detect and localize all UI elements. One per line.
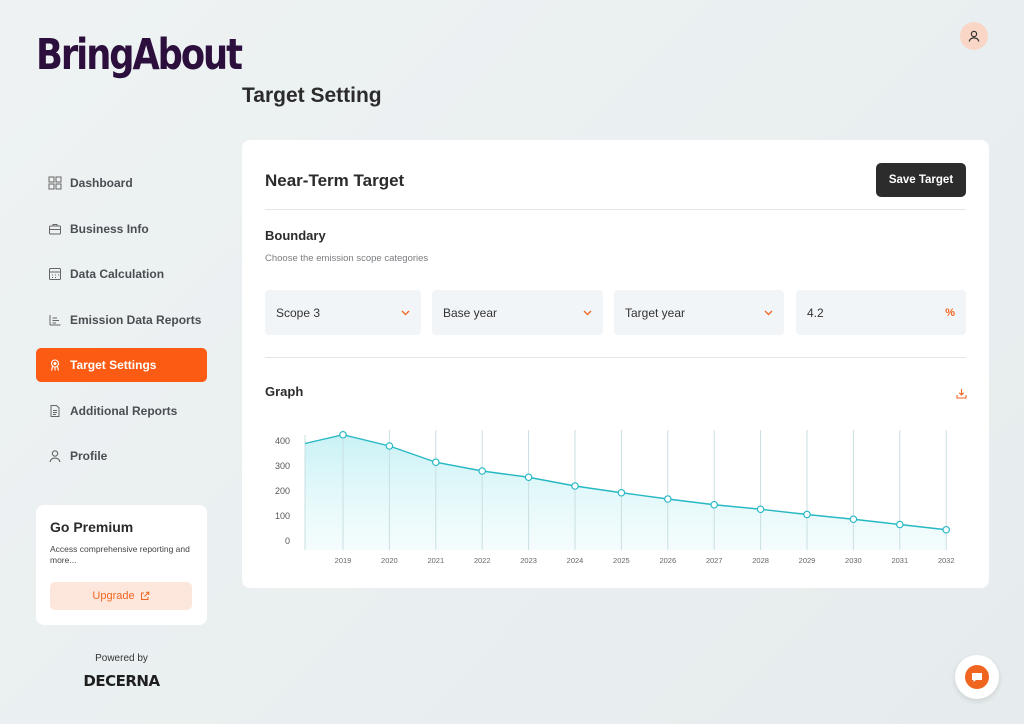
x-tick-label: 2031 — [891, 556, 908, 565]
data-point — [478, 467, 487, 475]
report-icon — [48, 313, 62, 327]
external-link-icon — [140, 591, 149, 600]
chat-button[interactable] — [955, 655, 999, 699]
user-icon — [48, 449, 62, 463]
x-tick-label: 2029 — [799, 556, 816, 565]
premium-title: Go Premium — [50, 519, 134, 535]
user-icon — [968, 30, 980, 42]
sidebar-item-label: Emission Data Reports — [70, 312, 202, 327]
sidebar-item-label: Dashboard — [70, 176, 133, 190]
upgrade-button[interactable]: Upgrade — [50, 582, 192, 610]
data-point — [571, 482, 579, 490]
calculator-icon — [48, 267, 62, 281]
premium-text: Access comprehensive reporting and more.… — [50, 544, 190, 566]
near-term-target-card: Near-Term Target Save Target Boundary Ch… — [242, 140, 989, 588]
sidebar-item-label: Additional Reports — [70, 403, 178, 418]
premium-card: Go Premium Access comprehensive reportin… — [36, 505, 207, 625]
sidebar-item-profile[interactable]: Profile — [36, 439, 207, 473]
data-point — [756, 505, 765, 514]
y-tick-label: 0 — [285, 536, 290, 546]
upgrade-label: Upgrade — [92, 590, 135, 602]
chart-area-fill — [305, 434, 947, 550]
data-point — [895, 520, 904, 529]
data-point — [803, 510, 811, 519]
x-tick-label: 2023 — [520, 556, 537, 565]
sidebar-item-data-calculation[interactable]: Data Calculation — [36, 257, 207, 291]
data-point — [663, 495, 672, 503]
sidebar-nav: Dashboard Business Info Data Calculation… — [36, 166, 207, 485]
sidebar-item-emission-data-reports[interactable]: Emission Data Reports — [36, 303, 207, 337]
powered-brand-logo: DECERNA — [83, 672, 160, 690]
dashboard-icon — [48, 176, 62, 190]
x-tick-label: 2030 — [845, 556, 862, 565]
sidebar-item-additional-reports[interactable]: Additional Reports — [36, 394, 207, 428]
powered-label: Powered by — [95, 653, 148, 664]
data-point — [617, 488, 626, 497]
x-tick-label: 2022 — [474, 556, 491, 565]
data-point — [432, 458, 440, 467]
powered-by: Powered by DECERNA — [36, 653, 207, 690]
data-point — [710, 500, 719, 509]
data-point — [942, 525, 951, 534]
user-avatar[interactable] — [960, 22, 988, 50]
x-tick-label: 2026 — [659, 556, 676, 565]
brand-logo: BringAbout — [36, 30, 243, 80]
x-tick-label: 2025 — [613, 556, 630, 565]
document-icon — [48, 404, 62, 418]
business-icon — [48, 222, 62, 236]
sidebar-item-label: Profile — [70, 449, 108, 463]
data-point — [524, 473, 533, 482]
chat-icon — [965, 665, 989, 689]
x-tick-label: 2020 — [381, 556, 398, 565]
data-point — [385, 442, 394, 450]
emissions-chart: 0 100 200 300 400 2019 2020 2021 2022 2023 2024 202… — [275, 430, 955, 565]
page-title: Target Setting — [242, 84, 382, 107]
sidebar-item-label: Business Info — [70, 221, 149, 236]
sidebar-item-business-info[interactable]: Business Info — [36, 212, 207, 246]
sidebar-item-dashboard[interactable]: Dashboard — [36, 166, 207, 200]
sidebar-item-label: Target Settings — [70, 358, 157, 372]
target-icon — [48, 358, 62, 372]
x-tick-label: 2032 — [938, 556, 955, 565]
y-tick-label: 300 — [275, 461, 290, 471]
x-tick-label: 2024 — [567, 556, 584, 565]
y-tick-label: 200 — [275, 486, 290, 496]
data-point — [339, 430, 347, 439]
y-tick-label: 400 — [275, 436, 290, 446]
x-tick-label: 2021 — [427, 556, 444, 565]
x-tick-label: 2027 — [706, 556, 723, 565]
x-tick-label: 2019 — [335, 556, 352, 565]
y-tick-label: 100 — [275, 511, 290, 521]
sidebar-item-label: Data Calculation — [70, 267, 165, 281]
sidebar-item-target-settings[interactable]: Target Settings — [36, 348, 207, 382]
x-tick-label: 2028 — [752, 556, 769, 565]
data-point — [849, 515, 858, 524]
